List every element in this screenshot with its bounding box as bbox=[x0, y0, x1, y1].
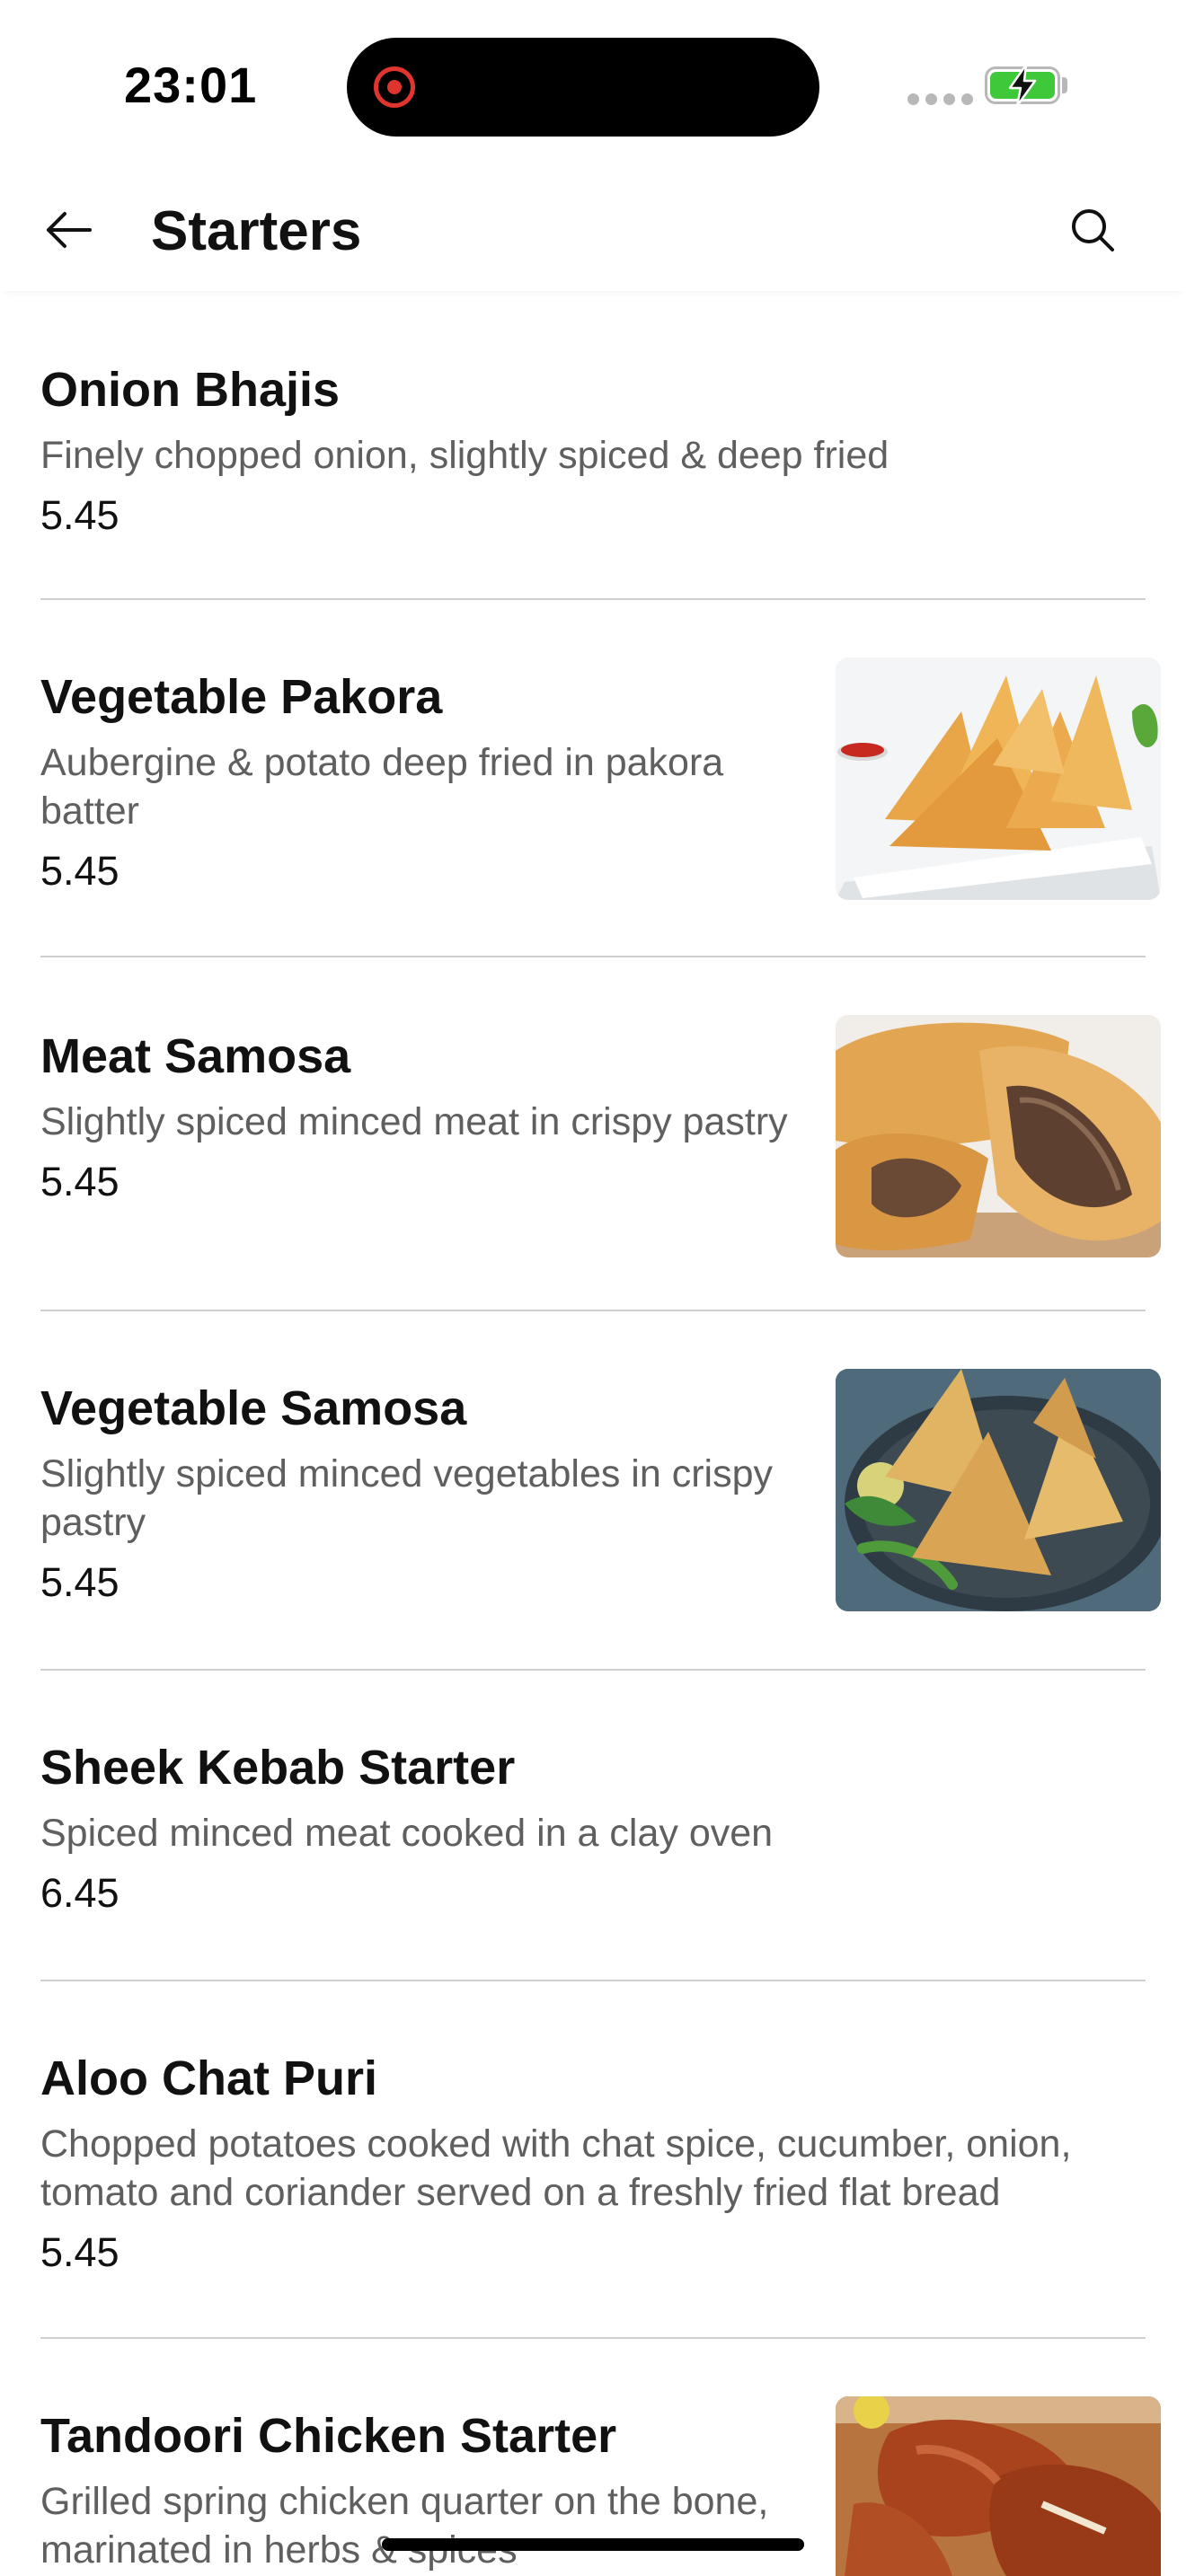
divider bbox=[40, 1310, 1146, 1311]
cellular-signal-icon bbox=[907, 93, 973, 105]
divider bbox=[40, 956, 1146, 957]
dynamic-island bbox=[347, 38, 819, 137]
app-screen: 23:01 Starters Onion Bhajis Finely chopp… bbox=[0, 0, 1186, 2576]
search-button[interactable] bbox=[1060, 198, 1125, 262]
item-photo bbox=[836, 657, 1161, 900]
item-price: 5.45 bbox=[40, 848, 119, 894]
item-name: Meat Samosa bbox=[40, 1029, 351, 1083]
search-icon bbox=[1072, 209, 1114, 251]
item-price: 5.45 bbox=[40, 2229, 119, 2275]
menu-item[interactable]: Vegetable Samosa Slightly spiced minced … bbox=[40, 1369, 1161, 1665]
menu-item[interactable]: Onion Bhajis Finely chopped onion, sligh… bbox=[40, 350, 1141, 602]
item-name: Vegetable Pakora bbox=[40, 670, 443, 724]
item-price: 5.45 bbox=[40, 1159, 119, 1204]
item-description: Finely chopped onion, slightly spiced & … bbox=[40, 434, 890, 477]
item-price: 6.45 bbox=[40, 1870, 119, 1916]
divider bbox=[40, 598, 1146, 600]
divider bbox=[40, 1669, 1146, 1671]
item-price: 5.45 bbox=[40, 492, 119, 538]
item-name: Sheek Kebab Starter bbox=[40, 1741, 516, 1795]
item-name: Onion Bhajis bbox=[40, 363, 341, 417]
item-price: 5.45 bbox=[40, 1559, 119, 1605]
item-name: Aloo Chat Puri bbox=[40, 2051, 377, 2105]
page-title: Starters bbox=[151, 200, 362, 262]
menu-item[interactable]: Aloo Chat Puri Chopped potatoes cooked w… bbox=[40, 2039, 1141, 2335]
item-description: Slightly spiced minced vegetables in cri… bbox=[40, 1452, 774, 1544]
item-photo bbox=[836, 1015, 1161, 1257]
item-photo bbox=[836, 1369, 1161, 1611]
divider bbox=[40, 1980, 1146, 1981]
item-photo bbox=[836, 2396, 1161, 2576]
status-bar: 23:01 bbox=[0, 0, 1186, 162]
item-name: Tandoori Chicken Starter bbox=[40, 2409, 617, 2463]
item-description: Chopped potatoes cooked with chat spice,… bbox=[40, 2122, 1072, 2214]
top-app-bar: Starters bbox=[0, 171, 1186, 291]
battery-cap bbox=[1062, 77, 1067, 93]
divider bbox=[40, 2337, 1146, 2339]
item-description: Spiced minced meat cooked in a clay oven bbox=[40, 1812, 774, 1855]
menu-item[interactable]: Meat Samosa Slightly spiced minced meat … bbox=[40, 1015, 1161, 1286]
arrow-left-icon bbox=[47, 212, 92, 248]
screen-recording-icon bbox=[374, 66, 415, 108]
menu-item[interactable]: Sheek Kebab Starter Spiced minced meat c… bbox=[40, 1728, 1141, 1980]
item-name: Vegetable Samosa bbox=[40, 1381, 467, 1435]
home-indicator[interactable] bbox=[382, 2538, 804, 2551]
status-time: 23:01 bbox=[124, 57, 258, 113]
item-description: Grilled spring chicken quarter on the bo… bbox=[40, 2480, 769, 2572]
item-description: Aubergine & potato deep fried in pakora … bbox=[40, 741, 724, 833]
charging-bolt-icon bbox=[1008, 63, 1037, 108]
back-button[interactable] bbox=[36, 198, 101, 262]
menu-item[interactable]: Vegetable Pakora Aubergine & potato deep… bbox=[40, 657, 1161, 954]
item-description: Slightly spiced minced meat in crispy pa… bbox=[40, 1100, 788, 1143]
